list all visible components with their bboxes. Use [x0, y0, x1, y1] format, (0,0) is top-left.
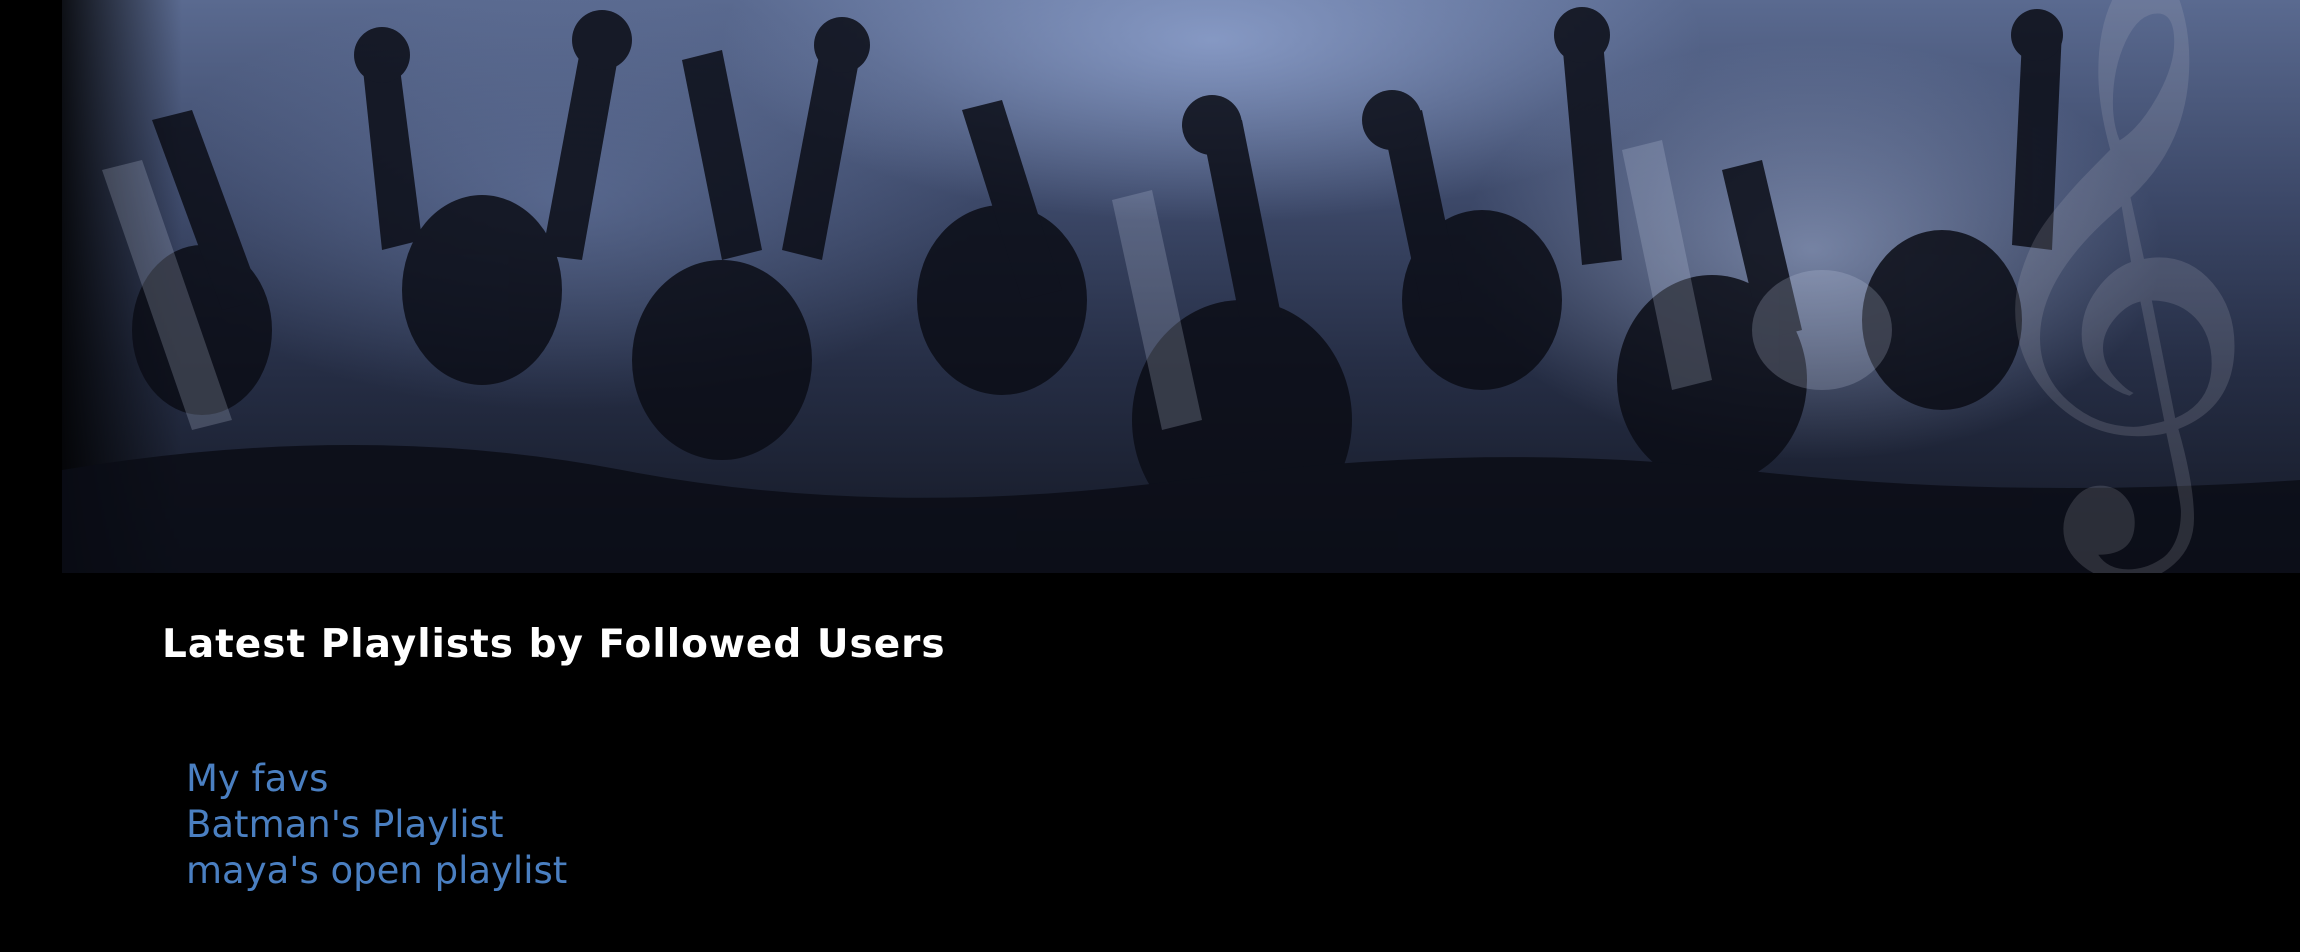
- playlist-link-mayas-open-playlist[interactable]: maya's open playlist: [186, 849, 567, 892]
- list-item: Batman's Playlist: [186, 802, 567, 848]
- playlist-link-my-favs[interactable]: My favs: [186, 757, 328, 800]
- treble-clef-icon: 𝄞: [1952, 0, 2260, 553]
- header-banner-image: 𝄞: [62, 0, 2300, 573]
- playlist-link-batmans-playlist[interactable]: Batman's Playlist: [186, 803, 503, 846]
- list-item: My favs: [186, 756, 567, 802]
- playlist-list: My favs Batman's Playlist maya's open pl…: [186, 756, 567, 894]
- page-title: Latest Playlists by Followed Users: [162, 622, 946, 667]
- list-item: maya's open playlist: [186, 848, 567, 894]
